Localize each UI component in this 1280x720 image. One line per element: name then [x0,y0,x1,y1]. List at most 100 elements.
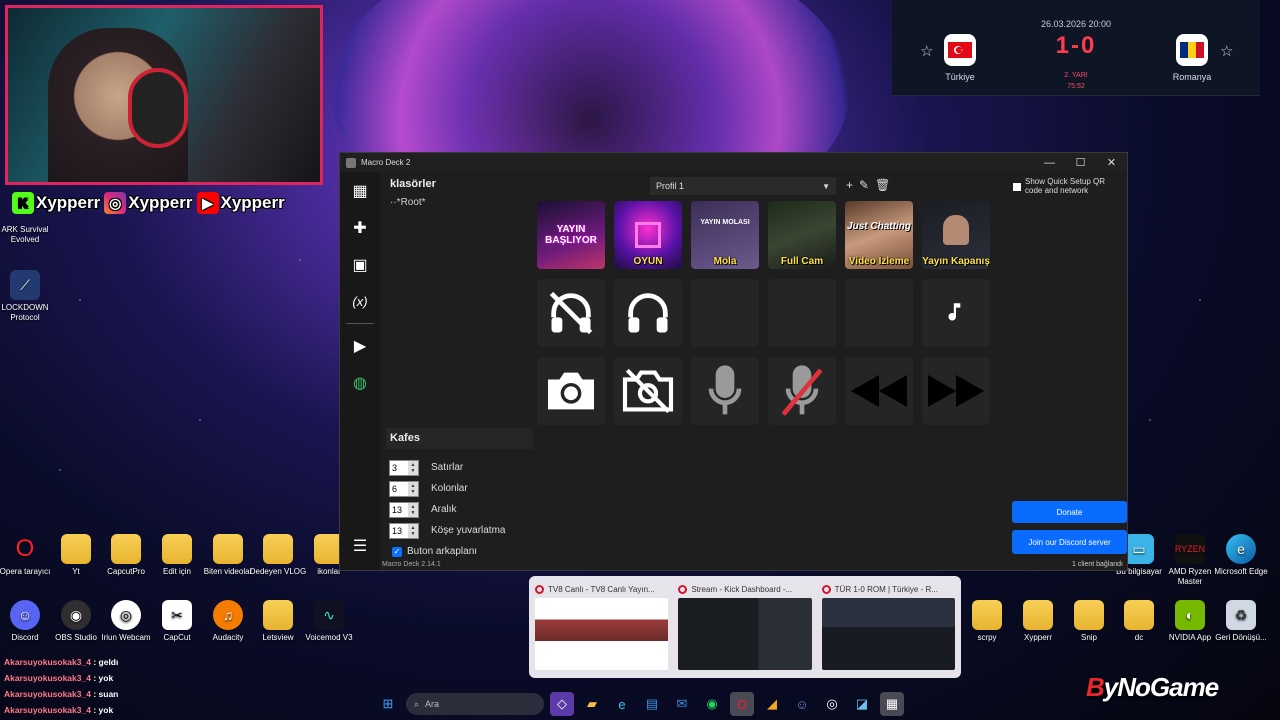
deck-button-empty[interactable] [845,279,913,347]
store-icon[interactable]: ▤ [640,692,664,716]
headphones-off-icon [549,291,593,335]
romania-flag-icon [1176,34,1208,66]
deck-button-empty[interactable] [768,279,836,347]
deck-button-fast-forward[interactable] [922,357,990,425]
deck-button-video-izleme[interactable]: Just Chatting Video İzleme [845,201,913,269]
deck-button-empty[interactable] [691,279,759,347]
spacing-stepper[interactable]: 13 ▲ ▼ [389,501,419,518]
deck-button-rewind[interactable] [845,357,913,425]
deck-button-headphones-off[interactable] [537,279,605,347]
button-banner-text: Just Chatting [847,221,911,232]
stepper-arrows-icon[interactable]: ▲ ▼ [408,502,418,517]
sidebar-item-devices[interactable]: ▣ [340,246,380,283]
deck-button-mola[interactable]: YAYIN MOLASI Mola [691,201,759,269]
discord-button[interactable]: Join our Discord server [1012,530,1127,554]
stepper-arrows-icon[interactable]: ▲ ▼ [408,481,418,496]
desktop-icon-nvidia[interactable]: ◐ NVIDIA App [1161,600,1219,643]
macro-deck-icon[interactable]: ▦ [880,692,904,716]
desktop-icon-capcutpro[interactable]: CapcutPro [97,534,155,577]
mail-icon[interactable]: ✉ [670,692,694,716]
desktop-icon-dc[interactable]: dc [1110,600,1168,643]
folder-root[interactable]: ··*Root* [386,197,533,208]
desktop-icon-label: CapCut [163,633,191,642]
preview-window-kick[interactable]: Stream - Kick Dashboard -... [678,580,812,674]
desktop-icon-scrpy[interactable]: scrpy [958,600,1016,643]
spotify-icon[interactable]: ◉ [700,692,724,716]
checkmark-icon[interactable]: ✓ [392,546,402,557]
taskbar-previews: TV8 Canlı - TV8 Canlı Yayın... Stream - … [529,576,961,678]
desktop-icon-voicemod[interactable]: ∿ Voicemod V3 [300,600,358,643]
chat-message: Akarsuyokusokak3_4 : suan [4,686,118,702]
desktop-icon-iriun[interactable]: ◎ Iriun Webcam [97,600,155,643]
desktop-icon-label: ARK Survival Evolved [1,225,49,244]
desktop-icon-opera[interactable]: O Opera tarayıcı [0,534,54,577]
button-background-label: Buton arkaplanı [407,546,478,557]
desktop-icon-recycle-bin[interactable]: ♻ Geri Dönüşü... [1212,600,1270,643]
preview-window-tv8[interactable]: TV8 Canlı - TV8 Canlı Yayın... [535,580,669,674]
widgets-icon[interactable]: ◇ [550,692,574,716]
columns-stepper[interactable]: 6 ▲ ▼ [389,480,419,497]
deck-button-yayin-basliyor[interactable]: YAYIN BAŞLIYOR [537,201,605,269]
edge-icon[interactable]: e [610,692,634,716]
desktop-icon-discord[interactable]: ☺ Discord [0,600,54,643]
deck-button-music[interactable] [922,279,990,347]
button-background-setting[interactable]: ✓ Buton arkaplanı [386,541,533,562]
profile-select-value: Profil 1 [656,181,685,191]
variables-icon: (x) [352,294,368,309]
quick-setup-toggle[interactable]: Show Quick Setup QR code and network [1013,177,1113,195]
obs-icon[interactable]: ◎ [820,692,844,716]
sidebar-item-connection[interactable]: ◍ [340,364,380,401]
minimize-icon[interactable]: — [1034,153,1065,172]
deck-button-microphone[interactable] [691,357,759,425]
desktop-icon-edit[interactable]: Edit için [148,534,206,577]
deck-button-oyun[interactable]: OYUN [614,201,682,269]
desktop-icon-ryzen[interactable]: RYZEN AMD Ryzen Master [1161,534,1219,587]
profile-select[interactable]: Profil 1 ▼ [650,177,836,195]
maximize-icon[interactable]: ☐ [1065,153,1096,172]
deck-button-camera-off[interactable] [614,357,682,425]
rows-stepper[interactable]: 3 ▲ ▼ [389,459,419,476]
stepper-arrows-icon[interactable]: ▲ ▼ [408,460,418,475]
deck-button-microphone-off[interactable] [768,357,836,425]
desktop-icon-capcut[interactable]: ✂ CapCut [148,600,206,643]
discord-icon[interactable]: ☺ [790,692,814,716]
desktop-icon-ark[interactable]: ARK Survival Evolved [0,222,54,245]
sidebar-item-settings[interactable]: ☰ [340,527,380,564]
app-icon[interactable]: ◢ [760,692,784,716]
desktop-icon-dedeyen[interactable]: Dedeyen VLOG [249,534,307,577]
stepper-arrows-icon[interactable]: ▲ ▼ [408,523,418,538]
desktop-icon-edge[interactable]: e Microsoft Edge [1212,534,1270,577]
sidebar-item-variables[interactable]: (x) [340,283,380,320]
file-explorer-icon[interactable]: ▰ [580,692,604,716]
delete-profile-icon[interactable]: 🗑 [875,178,890,192]
window-titlebar: Macro Deck 2 — ☐ ✕ [340,153,1127,172]
search-input[interactable]: ⌕ Ara [406,693,544,715]
sidebar-item-play[interactable]: ▶ [340,327,380,364]
radius-stepper[interactable]: 13 ▲ ▼ [389,522,419,539]
sidebar-item-deck[interactable]: ▦ [340,172,380,209]
edit-profile-icon[interactable]: ✎ [859,178,869,192]
folder-root-label: *Root* [396,197,426,208]
deck-button-camera[interactable] [537,357,605,425]
desktop-icon-lockdown[interactable]: ⟋ LOCKDOWN Protocol [0,270,54,323]
favorite-away-icon: ☆ [1220,43,1234,60]
app-icon[interactable]: ◪ [850,692,874,716]
quick-setup-checkbox[interactable] [1013,183,1021,191]
deck-button-headphones[interactable] [614,279,682,347]
preview-window-match[interactable]: TÜR 1-0 ROM | Türkiye - R... [821,580,955,674]
deck-button-yayin-kapanis[interactable]: Yayın Kapanış [922,201,990,269]
folder-panel: klasörler ··*Root* [386,174,533,423]
desktop-icon-xypperr[interactable]: Xypperr [1009,600,1067,643]
rows-value: 3 [392,462,398,473]
person-image [943,215,969,245]
windows-start-icon[interactable]: ⊞ [376,692,400,716]
deck-button-full-cam[interactable]: Full Cam [768,201,836,269]
desktop-icon-label: AMD Ryzen Master [1168,567,1212,586]
desktop-icon-letsview[interactable]: Letsview [249,600,307,643]
add-profile-icon[interactable]: + [846,178,853,192]
sidebar-item-extensions[interactable]: ✚ [340,209,380,246]
close-icon[interactable]: ✕ [1096,153,1127,172]
opera-icon[interactable]: O [730,692,754,716]
donate-button[interactable]: Donate [1012,501,1127,523]
spacing-label: Aralık [431,504,457,515]
